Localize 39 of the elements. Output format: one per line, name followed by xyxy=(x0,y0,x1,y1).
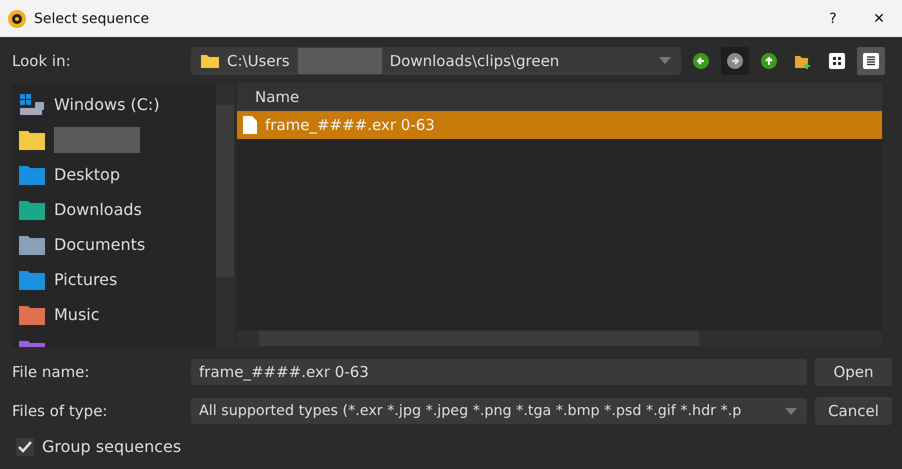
file-type-dropdown[interactable]: All supported types (*.exr *.jpg *.jpeg *.png *.tga *.bmp *.psd *.gif *.hdr *.p xyxy=(191,398,807,424)
look-in-label: Look in: xyxy=(12,52,72,70)
checkbox-label: Group sequences xyxy=(42,437,182,456)
close-button[interactable]: ✕ xyxy=(856,0,902,37)
folder-icon xyxy=(18,198,46,220)
file-name-label: File name: xyxy=(12,363,90,381)
column-title: Name xyxy=(255,88,300,106)
path-start-text: C:\Users xyxy=(227,52,290,70)
list-view-icon xyxy=(862,52,880,70)
sidebar-item[interactable]: Pictures xyxy=(54,270,118,289)
cancel-button[interactable]: Cancel xyxy=(815,397,892,425)
column-header[interactable]: Name xyxy=(237,83,882,111)
folder-icon xyxy=(18,234,46,256)
file-name-field[interactable]: frame_####.exr 0-63 xyxy=(191,359,807,385)
path-end-text: Downloads\clips\green xyxy=(390,52,560,70)
file-name: frame_####.exr 0-63 xyxy=(265,116,435,134)
folder-icon xyxy=(18,268,46,290)
help-button[interactable]: ? xyxy=(810,0,856,37)
file-icon xyxy=(243,116,257,134)
sidebar-item[interactable]: Desktop xyxy=(54,165,120,184)
look-in-dropdown[interactable]: C:\Users Downloads\clips\green xyxy=(191,47,681,75)
sidebar-item[interactable]: Documents xyxy=(54,235,146,254)
sidebar-item[interactable]: Downloads xyxy=(54,200,142,219)
open-button[interactable]: Open xyxy=(815,358,892,386)
sidebar-item[interactable]: Windows (C:) xyxy=(54,95,160,114)
grid-view-icon xyxy=(828,52,846,70)
app-logo-icon xyxy=(8,10,26,28)
sidebar-item[interactable]: Music xyxy=(54,305,100,324)
folder-icon xyxy=(18,164,46,186)
folder-icon xyxy=(18,304,46,326)
caret-icon xyxy=(659,57,671,64)
caret-icon xyxy=(785,408,797,415)
details-tool-button[interactable] xyxy=(857,47,885,75)
folder-icon xyxy=(201,54,219,68)
folder-icon xyxy=(18,128,46,150)
file-type-label: Files of type: xyxy=(12,402,108,420)
drive-icon xyxy=(18,92,46,118)
checkbox[interactable] xyxy=(16,438,34,456)
window-title: Select sequence xyxy=(34,10,150,26)
